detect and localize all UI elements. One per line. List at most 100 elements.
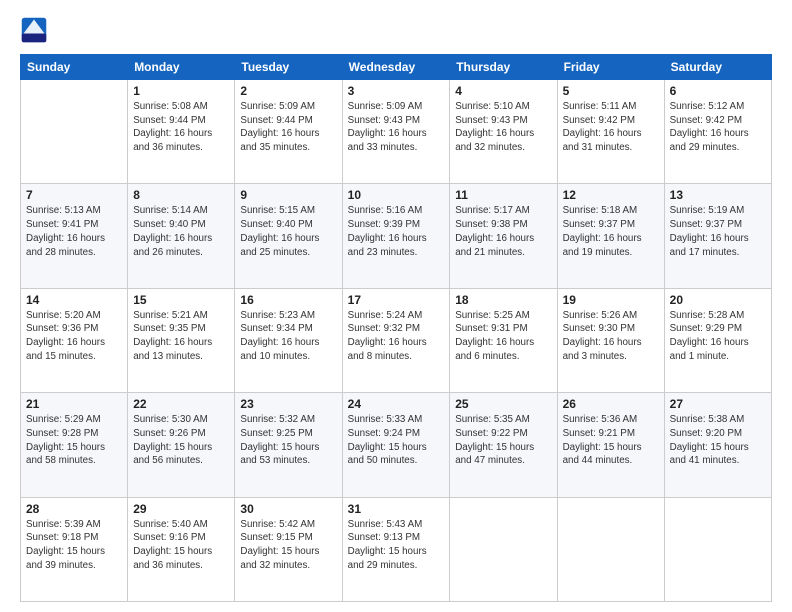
day-number: 23 (240, 397, 336, 411)
calendar-header: SundayMondayTuesdayWednesdayThursdayFrid… (21, 55, 772, 80)
day-info: Sunrise: 5:42 AM Sunset: 9:15 PM Dayligh… (240, 518, 336, 573)
day-info: Sunrise: 5:11 AM Sunset: 9:42 PM Dayligh… (563, 100, 659, 155)
calendar-cell: 5 Sunrise: 5:11 AM Sunset: 9:42 PM Daylig… (557, 80, 664, 184)
day-number: 11 (455, 188, 551, 202)
day-info: Sunrise: 5:23 AM Sunset: 9:34 PM Dayligh… (240, 309, 336, 364)
calendar-cell: 3 Sunrise: 5:09 AM Sunset: 9:43 PM Daylig… (342, 80, 450, 184)
day-info: Sunrise: 5:30 AM Sunset: 9:26 PM Dayligh… (133, 413, 229, 468)
day-number: 4 (455, 84, 551, 98)
day-number: 7 (26, 188, 122, 202)
day-number: 6 (670, 84, 766, 98)
day-number: 2 (240, 84, 336, 98)
day-info: Sunrise: 5:17 AM Sunset: 9:38 PM Dayligh… (455, 204, 551, 259)
day-number: 18 (455, 293, 551, 307)
calendar-cell: 24 Sunrise: 5:33 AM Sunset: 9:24 PM Dayli… (342, 393, 450, 497)
weekday-thursday: Thursday (450, 55, 557, 80)
calendar-cell: 21Sunrise: 5:29 AM Sunset: 9:28 PM Dayli… (21, 393, 128, 497)
calendar-week-3: 21Sunrise: 5:29 AM Sunset: 9:28 PM Dayli… (21, 393, 772, 497)
day-info: Sunrise: 5:32 AM Sunset: 9:25 PM Dayligh… (240, 413, 336, 468)
calendar-body: 1 Sunrise: 5:08 AM Sunset: 9:44 PM Daylig… (21, 80, 772, 602)
calendar-cell: 14Sunrise: 5:20 AM Sunset: 9:36 PM Dayli… (21, 288, 128, 392)
calendar-cell: 9 Sunrise: 5:15 AM Sunset: 9:40 PM Daylig… (235, 184, 342, 288)
day-number: 28 (26, 502, 122, 516)
day-info: Sunrise: 5:14 AM Sunset: 9:40 PM Dayligh… (133, 204, 229, 259)
day-info: Sunrise: 5:09 AM Sunset: 9:44 PM Dayligh… (240, 100, 336, 155)
header (20, 16, 772, 44)
calendar-cell: 16 Sunrise: 5:23 AM Sunset: 9:34 PM Dayli… (235, 288, 342, 392)
day-number: 31 (348, 502, 445, 516)
day-info: Sunrise: 5:19 AM Sunset: 9:37 PM Dayligh… (670, 204, 766, 259)
day-info: Sunrise: 5:38 AM Sunset: 9:20 PM Dayligh… (670, 413, 766, 468)
day-number: 24 (348, 397, 445, 411)
day-info: Sunrise: 5:18 AM Sunset: 9:37 PM Dayligh… (563, 204, 659, 259)
day-info: Sunrise: 5:09 AM Sunset: 9:43 PM Dayligh… (348, 100, 445, 155)
day-number: 15 (133, 293, 229, 307)
day-number: 22 (133, 397, 229, 411)
calendar-cell (664, 497, 771, 601)
weekday-wednesday: Wednesday (342, 55, 450, 80)
day-number: 16 (240, 293, 336, 307)
day-info: Sunrise: 5:10 AM Sunset: 9:43 PM Dayligh… (455, 100, 551, 155)
calendar-cell: 7 Sunrise: 5:13 AM Sunset: 9:41 PM Daylig… (21, 184, 128, 288)
calendar-cell: 31Sunrise: 5:43 AM Sunset: 9:13 PM Dayli… (342, 497, 450, 601)
day-info: Sunrise: 5:28 AM Sunset: 9:29 PM Dayligh… (670, 309, 766, 364)
calendar-cell: 2 Sunrise: 5:09 AM Sunset: 9:44 PM Daylig… (235, 80, 342, 184)
calendar-cell: 22 Sunrise: 5:30 AM Sunset: 9:26 PM Dayli… (128, 393, 235, 497)
logo-icon (20, 16, 48, 44)
calendar-cell (21, 80, 128, 184)
calendar-cell: 15 Sunrise: 5:21 AM Sunset: 9:35 PM Dayli… (128, 288, 235, 392)
weekday-sunday: Sunday (21, 55, 128, 80)
calendar-cell: 10Sunrise: 5:16 AM Sunset: 9:39 PM Dayli… (342, 184, 450, 288)
calendar-cell: 19Sunrise: 5:26 AM Sunset: 9:30 PM Dayli… (557, 288, 664, 392)
day-number: 5 (563, 84, 659, 98)
day-info: Sunrise: 5:12 AM Sunset: 9:42 PM Dayligh… (670, 100, 766, 155)
day-info: Sunrise: 5:35 AM Sunset: 9:22 PM Dayligh… (455, 413, 551, 468)
day-number: 3 (348, 84, 445, 98)
calendar-cell: 12 Sunrise: 5:18 AM Sunset: 9:37 PM Dayli… (557, 184, 664, 288)
day-number: 1 (133, 84, 229, 98)
day-number: 29 (133, 502, 229, 516)
calendar-cell: 25Sunrise: 5:35 AM Sunset: 9:22 PM Dayli… (450, 393, 557, 497)
day-number: 12 (563, 188, 659, 202)
day-number: 20 (670, 293, 766, 307)
day-info: Sunrise: 5:15 AM Sunset: 9:40 PM Dayligh… (240, 204, 336, 259)
logo (20, 16, 52, 44)
weekday-friday: Friday (557, 55, 664, 80)
page: SundayMondayTuesdayWednesdayThursdayFrid… (0, 0, 792, 612)
day-info: Sunrise: 5:25 AM Sunset: 9:31 PM Dayligh… (455, 309, 551, 364)
weekday-header-row: SundayMondayTuesdayWednesdayThursdayFrid… (21, 55, 772, 80)
day-info: Sunrise: 5:13 AM Sunset: 9:41 PM Dayligh… (26, 204, 122, 259)
weekday-monday: Monday (128, 55, 235, 80)
day-info: Sunrise: 5:33 AM Sunset: 9:24 PM Dayligh… (348, 413, 445, 468)
calendar-cell (557, 497, 664, 601)
weekday-tuesday: Tuesday (235, 55, 342, 80)
calendar-cell: 27 Sunrise: 5:38 AM Sunset: 9:20 PM Dayli… (664, 393, 771, 497)
calendar-cell: 6 Sunrise: 5:12 AM Sunset: 9:42 PM Daylig… (664, 80, 771, 184)
day-number: 14 (26, 293, 122, 307)
day-number: 9 (240, 188, 336, 202)
weekday-saturday: Saturday (664, 55, 771, 80)
calendar-cell: 13Sunrise: 5:19 AM Sunset: 9:37 PM Dayli… (664, 184, 771, 288)
day-info: Sunrise: 5:29 AM Sunset: 9:28 PM Dayligh… (26, 413, 122, 468)
day-info: Sunrise: 5:16 AM Sunset: 9:39 PM Dayligh… (348, 204, 445, 259)
calendar-cell: 29Sunrise: 5:40 AM Sunset: 9:16 PM Dayli… (128, 497, 235, 601)
calendar-week-0: 1 Sunrise: 5:08 AM Sunset: 9:44 PM Daylig… (21, 80, 772, 184)
day-number: 8 (133, 188, 229, 202)
day-number: 27 (670, 397, 766, 411)
calendar-week-4: 28Sunrise: 5:39 AM Sunset: 9:18 PM Dayli… (21, 497, 772, 601)
day-info: Sunrise: 5:24 AM Sunset: 9:32 PM Dayligh… (348, 309, 445, 364)
calendar-cell: 11 Sunrise: 5:17 AM Sunset: 9:38 PM Dayli… (450, 184, 557, 288)
day-info: Sunrise: 5:21 AM Sunset: 9:35 PM Dayligh… (133, 309, 229, 364)
calendar-cell: 18 Sunrise: 5:25 AM Sunset: 9:31 PM Dayli… (450, 288, 557, 392)
calendar-cell: 28Sunrise: 5:39 AM Sunset: 9:18 PM Dayli… (21, 497, 128, 601)
day-info: Sunrise: 5:08 AM Sunset: 9:44 PM Dayligh… (133, 100, 229, 155)
calendar-cell: 20 Sunrise: 5:28 AM Sunset: 9:29 PM Dayli… (664, 288, 771, 392)
calendar-table: SundayMondayTuesdayWednesdayThursdayFrid… (20, 54, 772, 602)
calendar-week-2: 14Sunrise: 5:20 AM Sunset: 9:36 PM Dayli… (21, 288, 772, 392)
calendar-cell: 8 Sunrise: 5:14 AM Sunset: 9:40 PM Daylig… (128, 184, 235, 288)
calendar-cell: 17 Sunrise: 5:24 AM Sunset: 9:32 PM Dayli… (342, 288, 450, 392)
day-number: 30 (240, 502, 336, 516)
day-info: Sunrise: 5:26 AM Sunset: 9:30 PM Dayligh… (563, 309, 659, 364)
day-number: 26 (563, 397, 659, 411)
day-number: 17 (348, 293, 445, 307)
